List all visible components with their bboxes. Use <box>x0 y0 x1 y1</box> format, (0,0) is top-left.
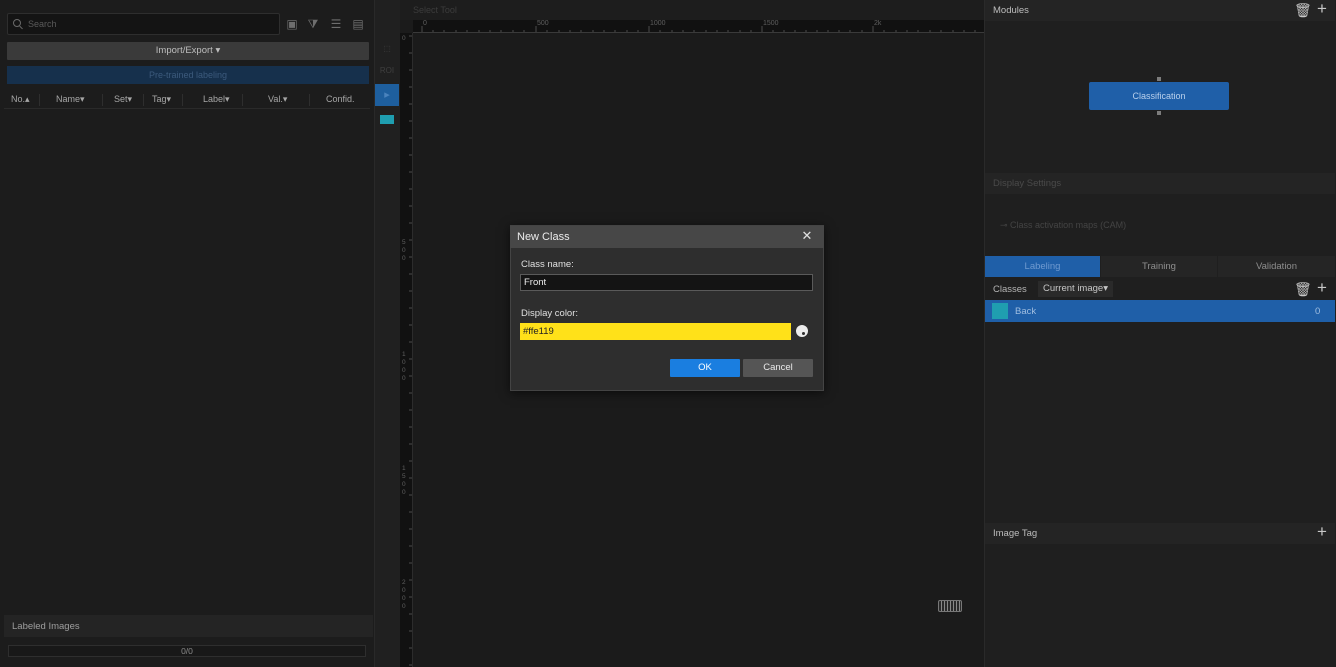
tab-labeling[interactable]: Labeling <box>985 256 1100 277</box>
vertical-ruler: 0 500 1000 1500 2000 <box>400 33 413 667</box>
classes-scope-dropdown[interactable]: Current image▾ <box>1038 281 1113 297</box>
filter-icon[interactable]: ⧩ <box>306 18 320 30</box>
search-input[interactable]: Search <box>7 13 280 35</box>
ruler-label: 2000 <box>402 579 406 610</box>
cancel-button[interactable]: Cancel <box>743 359 813 377</box>
classes-label: Classes <box>993 284 1027 295</box>
column-header-tag[interactable]: Tag▾ <box>152 89 171 109</box>
ruler-label: 1000 <box>402 351 406 382</box>
class-color-indicator[interactable] <box>380 115 394 124</box>
image-tag-header: Image Tag <box>985 523 1335 544</box>
image-filter-icon[interactable]: ▣ <box>285 18 299 30</box>
cam-label: Class activation maps (CAM) <box>1010 220 1127 230</box>
add-module-icon[interactable]: + <box>1317 0 1327 17</box>
classification-module[interactable]: Classification <box>1089 82 1229 110</box>
class-color-swatch <box>992 303 1008 319</box>
column-header-val[interactable]: Val.▾ <box>268 89 287 109</box>
pretrained-labeling-button[interactable]: Pre-trained labeling <box>7 66 369 84</box>
image-table-header: No.▴ Name▾ Set▾ Tag▾ Label▾ Val.▾ Confid… <box>4 89 370 109</box>
column-header-label[interactable]: Label▾ <box>203 89 230 109</box>
cam-toggle[interactable]: ⊸ Class activation maps (CAM) <box>1000 220 1126 231</box>
canvas-toolbar <box>400 0 984 20</box>
ruler-label: 1000 <box>650 20 666 27</box>
class-list-item[interactable] <box>985 300 1335 322</box>
display-color-label: Display color: <box>521 308 579 319</box>
add-class-icon[interactable]: + <box>1317 279 1327 296</box>
labeled-images-header: Labeled Images <box>4 615 373 637</box>
class-name-label: Class name: <box>521 259 574 270</box>
import-export-button[interactable]: Import/Export ▾ <box>7 42 369 60</box>
column-header-set[interactable]: Set▾ <box>114 89 132 109</box>
gallery-view-icon[interactable]: ▤ <box>351 18 365 30</box>
palette-icon[interactable] <box>796 325 808 337</box>
column-header-confidence[interactable]: Confid. <box>326 89 355 109</box>
class-name-input[interactable] <box>520 274 813 291</box>
delete-class-icon[interactable]: 🗑 <box>1294 282 1312 296</box>
dialog-title: New Class <box>510 226 824 248</box>
close-icon[interactable]: ✕ <box>800 229 814 243</box>
column-header-no[interactable]: No.▴ <box>11 89 30 109</box>
ruler-label: 1500 <box>763 20 779 27</box>
class-count: 0 <box>1315 306 1321 317</box>
display-color-input[interactable]: #ffe119 <box>520 323 791 340</box>
add-image-tag-icon[interactable]: + <box>1317 523 1327 540</box>
column-header-name[interactable]: Name▾ <box>56 89 85 109</box>
labeled-images-progress: 0/0 <box>8 645 366 657</box>
ruler-label: 0 <box>423 20 427 27</box>
ruler-label: 500 <box>537 20 549 27</box>
tab-validation[interactable]: Validation <box>1218 256 1335 277</box>
tab-training[interactable]: Training <box>1101 256 1217 277</box>
module-connector <box>1157 77 1161 81</box>
roi-tool[interactable]: ROI <box>377 62 397 80</box>
toggle-icon: ⊸ <box>1000 220 1011 230</box>
ok-button[interactable]: OK <box>670 359 740 377</box>
search-icon <box>13 19 21 27</box>
keyboard-icon[interactable] <box>938 600 962 612</box>
ruler-label: 2k <box>874 20 882 27</box>
module-connector <box>1157 111 1161 115</box>
pan-tool-icon[interactable]: ⬚ <box>377 40 397 58</box>
modules-header: Modules <box>985 0 1335 21</box>
display-settings-header: Display Settings <box>985 173 1335 194</box>
ruler-label: 1500 <box>402 465 406 496</box>
list-view-icon[interactable]: ☰ <box>329 18 343 30</box>
delete-module-icon[interactable]: 🗑 <box>1294 3 1312 17</box>
ruler-label: 500 <box>402 239 406 262</box>
class-name: Back <box>1015 306 1037 317</box>
current-tool-label: Select Tool <box>413 5 457 15</box>
horizontal-ruler: 0 500 1000 1500 2k <box>413 20 984 33</box>
ruler-label: 0 <box>402 35 406 42</box>
select-tool-button[interactable]: ▸ <box>375 84 399 106</box>
